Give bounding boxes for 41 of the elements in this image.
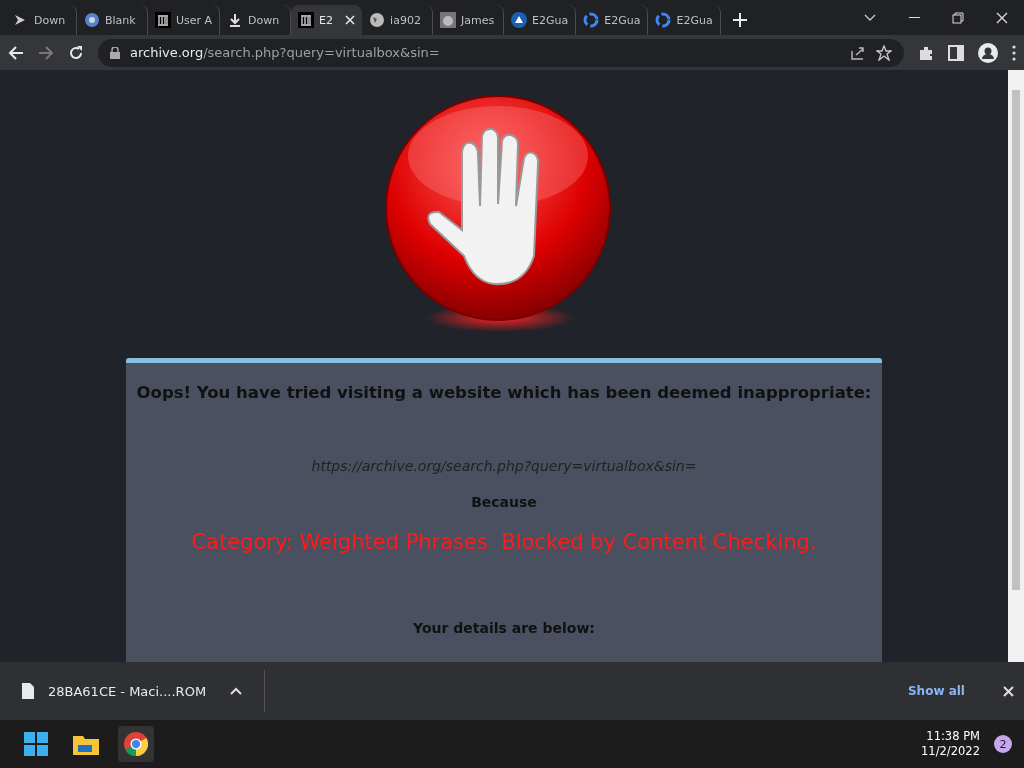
restore-icon <box>952 11 964 24</box>
notification-badge[interactable]: 2 <box>994 735 1012 753</box>
clock-date: 11/2/2022 <box>921 744 980 759</box>
url-domain: archive.org <box>130 45 204 60</box>
clock-time: 11:38 PM <box>926 729 980 744</box>
lock-icon <box>110 46 120 59</box>
more-icon <box>1012 44 1016 61</box>
profile-icon <box>978 42 998 63</box>
minimize-icon <box>908 16 920 19</box>
show-all-link[interactable]: Show all <box>907 684 965 698</box>
forward-icon[interactable] <box>38 44 54 61</box>
details-heading: Your details are below: <box>413 620 595 636</box>
new-tab-icon <box>732 13 747 27</box>
globe-icon <box>369 12 386 28</box>
block-heading: Oops! You have tried visiting a website which has been deemed inappropriate: <box>136 383 872 402</box>
building-icon <box>298 12 315 28</box>
because-label: Because <box>471 494 537 510</box>
close-icon <box>1003 685 1014 697</box>
back-icon[interactable] <box>8 44 24 61</box>
triangle-logo-icon <box>511 12 528 28</box>
chevron-up-icon <box>230 687 243 695</box>
chrome-icon[interactable] <box>118 726 154 762</box>
address-bar[interactable]: archive.org/search.php?query=virtualbox&sin= <box>98 38 904 67</box>
reload-icon[interactable] <box>68 44 84 61</box>
block-category: Category: Weighted Phrases Blocked by Content Checking. <box>191 530 817 554</box>
photo-icon <box>440 12 457 28</box>
share-icon <box>850 44 866 61</box>
file-icon <box>22 683 34 699</box>
globe-icon <box>84 12 100 28</box>
blocked-url: https://archive.org/search.php?query=virtualbox&sin= <box>311 458 697 474</box>
puzzle-icon <box>918 44 934 61</box>
close-icon <box>996 11 1008 24</box>
download-item[interactable]: 28BA61CE - Maci....ROM <box>48 683 207 699</box>
browser-tab[interactable]: E2 <box>291 5 363 35</box>
side-panel-icon <box>948 44 964 61</box>
close-icon <box>345 15 356 25</box>
caret-icon <box>864 13 876 22</box>
building-icon <box>155 12 171 28</box>
star-icon <box>876 44 892 61</box>
url-path: /search.php?query=virtualbox&sin= <box>203 45 440 60</box>
scrollbar[interactable] <box>1008 70 1024 662</box>
